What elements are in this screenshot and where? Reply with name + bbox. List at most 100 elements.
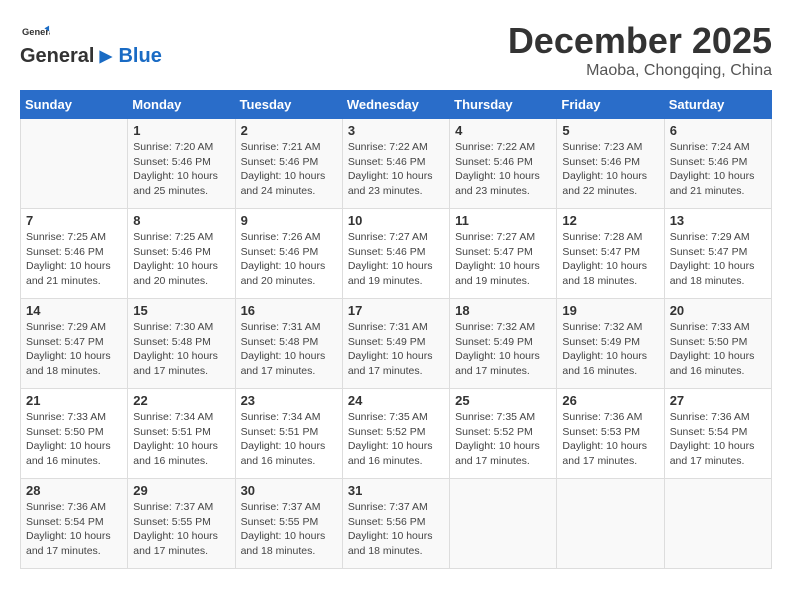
cell-line: and 16 minutes. (348, 455, 423, 467)
cell-line: Daylight: 10 hours (348, 350, 433, 362)
cell-line: Sunset: 5:56 PM (348, 516, 426, 528)
cell-line: and 16 minutes. (670, 365, 745, 377)
day-number: 13 (670, 213, 766, 228)
cell-line: Sunset: 5:54 PM (26, 516, 104, 528)
column-header-wednesday: Wednesday (342, 91, 449, 119)
calendar-cell: 5Sunrise: 7:23 AMSunset: 5:46 PMDaylight… (557, 119, 664, 209)
cell-line: and 19 minutes. (455, 275, 530, 287)
cell-line: Daylight: 10 hours (26, 350, 111, 362)
cell-line: Sunrise: 7:23 AM (562, 141, 642, 153)
calendar-cell: 13 Sunrise: 7:29 AMSunset: 5:47 PMDayligh… (664, 209, 771, 299)
cell-line: and 16 minutes. (241, 455, 316, 467)
cell-line: Sunrise: 7:22 AM (348, 141, 428, 153)
cell-line: and 21 minutes. (26, 275, 101, 287)
cell-line: Sunset: 5:50 PM (26, 426, 104, 438)
cell-line: and 16 minutes. (562, 365, 637, 377)
day-number: 6 (670, 123, 766, 138)
cell-line: Daylight: 10 hours (670, 260, 755, 272)
cell-line: and 16 minutes. (26, 455, 101, 467)
cell-content: Sunrise: 7:32 AMSunset: 5:49 PMDaylight:… (562, 320, 658, 379)
cell-line: Sunrise: 7:37 AM (348, 501, 428, 513)
cell-line: Sunrise: 7:36 AM (26, 501, 106, 513)
calendar-cell: 28Sunrise: 7:36 AMSunset: 5:54 PMDayligh… (21, 479, 128, 569)
day-number: 30 (241, 483, 337, 498)
calendar-cell: 30 Sunrise: 7:37 AMSunset: 5:55 PMDayligh… (235, 479, 342, 569)
week-row-1: 1Sunrise: 7:20 AMSunset: 5:46 PMDaylight… (21, 119, 772, 209)
calendar-cell: 1Sunrise: 7:20 AMSunset: 5:46 PMDaylight… (128, 119, 235, 209)
cell-line: Sunrise: 7:32 AM (562, 321, 642, 333)
day-number: 25 (455, 393, 551, 408)
cell-line: Sunrise: 7:31 AM (241, 321, 321, 333)
cell-line: Sunrise: 7:27 AM (348, 231, 428, 243)
cell-line: and 17 minutes. (133, 365, 208, 377)
cell-line: Daylight: 10 hours (133, 530, 218, 542)
cell-line: Daylight: 10 hours (133, 170, 218, 182)
cell-line: and 22 minutes. (562, 185, 637, 197)
cell-line: and 17 minutes. (348, 365, 423, 377)
cell-line: Sunset: 5:46 PM (562, 156, 640, 168)
cell-line: Sunset: 5:48 PM (241, 336, 319, 348)
cell-line: Sunrise: 7:37 AM (133, 501, 213, 513)
cell-line: Daylight: 10 hours (348, 440, 433, 452)
cell-content: Sunrise: 7:24 AMSunset: 5:46 PMDaylight:… (670, 140, 766, 199)
cell-line: Daylight: 10 hours (455, 170, 540, 182)
cell-line: Daylight: 10 hours (562, 440, 647, 452)
calendar-cell: 18Sunrise: 7:32 AMSunset: 5:49 PMDayligh… (450, 299, 557, 389)
day-number: 20 (670, 303, 766, 318)
cell-line: and 17 minutes. (133, 545, 208, 557)
cell-line: Daylight: 10 hours (133, 260, 218, 272)
cell-line: Sunrise: 7:29 AM (670, 231, 750, 243)
day-number: 23 (241, 393, 337, 408)
day-number: 29 (133, 483, 229, 498)
calendar-cell: 9Sunrise: 7:26 AMSunset: 5:46 PMDaylight… (235, 209, 342, 299)
cell-line: and 18 minutes. (26, 365, 101, 377)
cell-line: Daylight: 10 hours (241, 530, 326, 542)
cell-line: Sunset: 5:54 PM (670, 426, 748, 438)
cell-line: Daylight: 10 hours (348, 170, 433, 182)
cell-line: Sunrise: 7:33 AM (670, 321, 750, 333)
month-title: December 2025 (508, 20, 772, 62)
cell-line: Daylight: 10 hours (455, 440, 540, 452)
calendar-cell: 23 Sunrise: 7:34 AMSunset: 5:51 PMDayligh… (235, 389, 342, 479)
day-number: 3 (348, 123, 444, 138)
cell-line: and 20 minutes. (241, 275, 316, 287)
day-number: 27 (670, 393, 766, 408)
cell-line: Sunrise: 7:34 AM (133, 411, 213, 423)
day-number: 19 (562, 303, 658, 318)
cell-line: Daylight: 10 hours (562, 260, 647, 272)
header-row: SundayMondayTuesdayWednesdayThursdayFrid… (21, 91, 772, 119)
cell-line: Sunset: 5:46 PM (133, 156, 211, 168)
cell-line: and 18 minutes. (348, 545, 423, 557)
day-number: 4 (455, 123, 551, 138)
cell-line: Daylight: 10 hours (670, 350, 755, 362)
cell-content: Sunrise: 7:36 AMSunset: 5:54 PMDaylight:… (670, 410, 766, 469)
week-row-5: 28Sunrise: 7:36 AMSunset: 5:54 PMDayligh… (21, 479, 772, 569)
calendar-cell: 19 Sunrise: 7:32 AMSunset: 5:49 PMDayligh… (557, 299, 664, 389)
cell-line: Sunrise: 7:36 AM (562, 411, 642, 423)
cell-line: and 23 minutes. (348, 185, 423, 197)
cell-line: and 25 minutes. (133, 185, 208, 197)
cell-content: Sunrise: 7:29 AMSunset: 5:47 PMDaylight:… (670, 230, 766, 289)
cell-line: Sunrise: 7:32 AM (455, 321, 535, 333)
cell-line: Sunset: 5:46 PM (241, 246, 319, 258)
cell-content: Sunrise: 7:31 AMSunset: 5:49 PMDaylight:… (348, 320, 444, 379)
cell-line: Daylight: 10 hours (133, 350, 218, 362)
calendar-cell: 7Sunrise: 7:25 AMSunset: 5:46 PMDaylight… (21, 209, 128, 299)
cell-content: Sunrise: 7:37 AMSunset: 5:55 PMDaylight:… (133, 500, 229, 559)
cell-content: Sunrise: 7:26 AMSunset: 5:46 PMDaylight:… (241, 230, 337, 289)
cell-line: and 21 minutes. (670, 185, 745, 197)
cell-line: and 17 minutes. (241, 365, 316, 377)
week-row-3: 14Sunrise: 7:29 AMSunset: 5:47 PMDayligh… (21, 299, 772, 389)
cell-line: Sunset: 5:46 PM (348, 156, 426, 168)
cell-line: Sunset: 5:46 PM (133, 246, 211, 258)
cell-content: Sunrise: 7:34 AMSunset: 5:51 PMDaylight:… (241, 410, 337, 469)
cell-line: Sunset: 5:46 PM (455, 156, 533, 168)
cell-line: Sunrise: 7:33 AM (26, 411, 106, 423)
cell-content: Sunrise: 7:37 AMSunset: 5:55 PMDaylight:… (241, 500, 337, 559)
location: Maoba, Chongqing, China (508, 62, 772, 80)
day-number: 7 (26, 213, 122, 228)
cell-line: Daylight: 10 hours (670, 170, 755, 182)
cell-line: Sunset: 5:46 PM (241, 156, 319, 168)
cell-line: Sunset: 5:47 PM (562, 246, 640, 258)
cell-line: Daylight: 10 hours (562, 350, 647, 362)
